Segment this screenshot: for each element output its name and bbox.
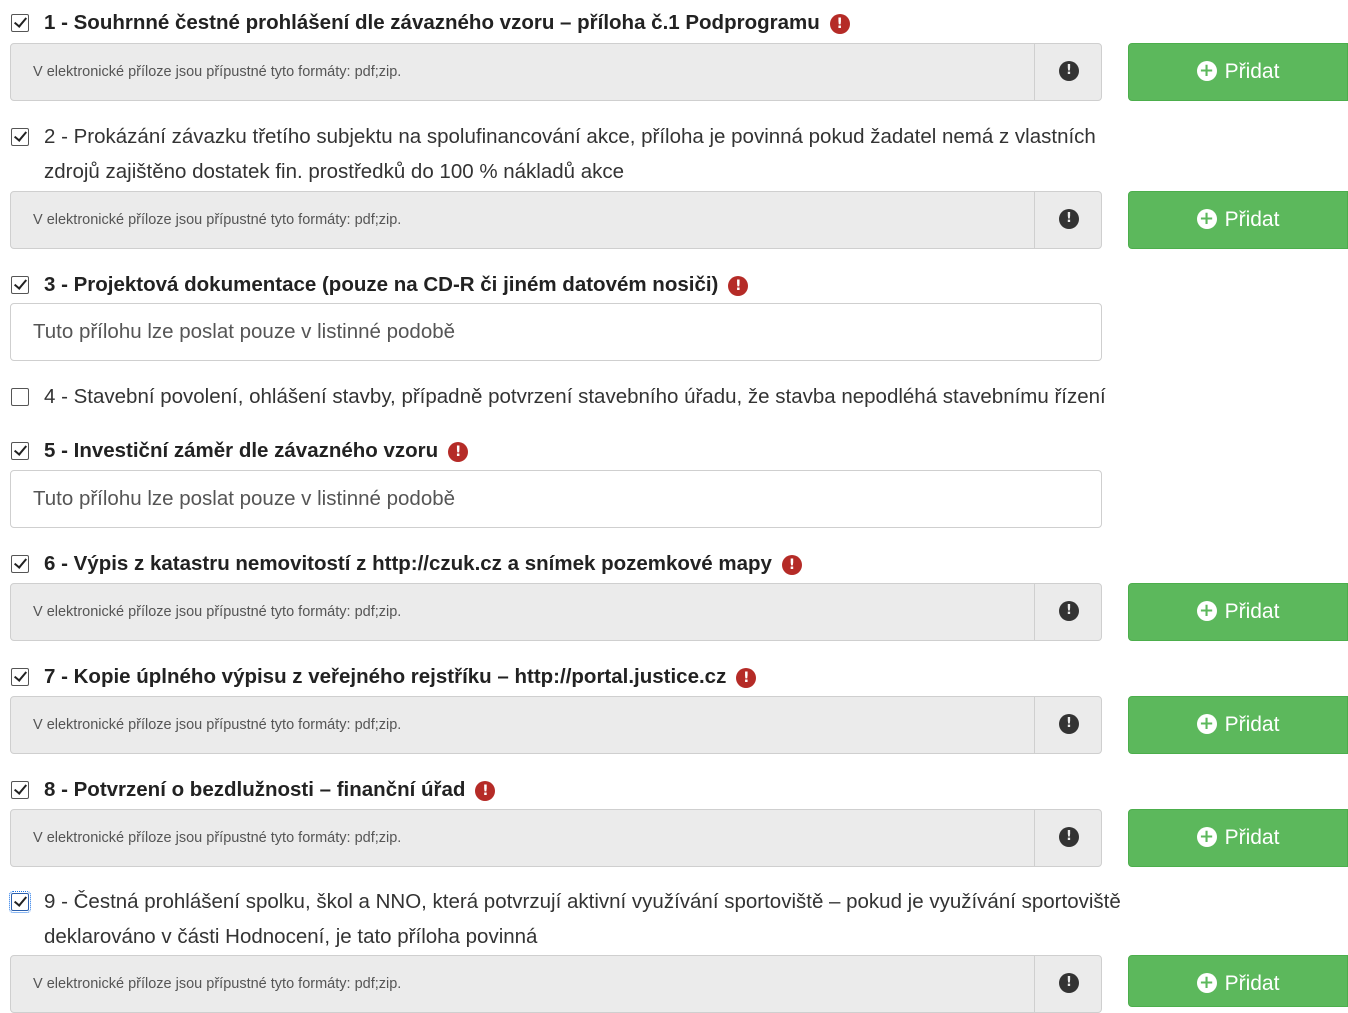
info-icon[interactable]: ! xyxy=(1059,209,1079,229)
upload-field-1[interactable]: V elektronické příloze jsou přípustné ty… xyxy=(10,43,1102,101)
divider xyxy=(1034,192,1035,248)
attachment-heading-6: 6 - Výpis z katastru nemovitostí z http:… xyxy=(0,546,1348,581)
paper-only-notice-5: Tuto přílohu lze poslat pouze v listinné… xyxy=(10,470,1102,528)
required-icon: ! xyxy=(475,781,496,801)
upload-field-2[interactable]: V elektronické příloze jsou přípustné ty… xyxy=(10,191,1102,249)
upload-field-8[interactable]: V elektronické příloze jsou přípustné ty… xyxy=(10,809,1102,867)
upload-hint: V elektronické příloze jsou přípustné ty… xyxy=(33,717,402,733)
attachment-label-9-line2: deklarováno v části Hodnocení, je tato p… xyxy=(44,925,538,948)
add-label: Přidat xyxy=(1224,972,1280,995)
add-button-9[interactable]: + Přidat xyxy=(1128,955,1348,1007)
paper-only-text: Tuto přílohu lze poslat pouze v listinné… xyxy=(33,487,456,510)
info-icon[interactable]: ! xyxy=(1059,973,1079,993)
add-button-1[interactable]: + Přidat xyxy=(1128,43,1348,101)
attachment-checkbox-5[interactable] xyxy=(11,442,29,460)
attachment-item-5: 5 - Investiční záměr dle závazného vzoru… xyxy=(0,433,1348,468)
attachment-label-2-line1: 2 - Prokázání závazku třetího subjektu n… xyxy=(44,125,1096,148)
add-label: Přidat xyxy=(1224,826,1280,849)
info-icon[interactable]: ! xyxy=(1059,714,1079,734)
paper-only-text: Tuto přílohu lze poslat pouze v listinné… xyxy=(33,320,456,343)
attachment-checkbox-1[interactable] xyxy=(11,14,29,32)
attachments-list: 1 - Souhrnné čestné prohlášení dle závaz… xyxy=(0,0,1348,1013)
attachment-heading-5: 5 - Investiční záměr dle závazného vzoru… xyxy=(0,433,1348,468)
attachment-checkbox-4[interactable] xyxy=(11,388,29,406)
add-button-8[interactable]: + Přidat xyxy=(1128,809,1348,867)
info-icon[interactable]: ! xyxy=(1059,827,1079,847)
attachment-item-2: 2 - Prokázání závazku třetího subjektu n… xyxy=(0,119,1348,189)
attachment-checkbox-2[interactable] xyxy=(11,128,29,146)
upload-hint: V elektronické příloze jsou přípustné ty… xyxy=(33,64,402,80)
required-icon: ! xyxy=(781,555,802,575)
attachment-item-8: 8 - Potvrzení o bezdlužnosti – finanční … xyxy=(0,772,1348,807)
attachment-label-6: 6 - Výpis z katastru nemovitostí z http:… xyxy=(44,552,772,575)
divider xyxy=(1034,584,1035,640)
required-icon: ! xyxy=(448,442,469,462)
attachment-heading-4: 4 - Stavební povolení, ohlášení stavby, … xyxy=(0,379,1348,414)
attachment-checkbox-9[interactable] xyxy=(9,891,31,913)
plus-circle-icon: + xyxy=(1196,714,1217,734)
attachment-item-1: 1 - Souhrnné čestné prohlášení dle závaz… xyxy=(0,5,1348,40)
attachment-heading-8: 8 - Potvrzení o bezdlužnosti – finanční … xyxy=(0,772,1348,807)
divider xyxy=(1034,697,1035,753)
attachment-item-6: 6 - Výpis z katastru nemovitostí z http:… xyxy=(0,546,1348,581)
upload-field-6[interactable]: V elektronické příloze jsou přípustné ty… xyxy=(10,583,1102,641)
add-label: Přidat xyxy=(1224,60,1280,83)
attachment-heading-2: 2 - Prokázání závazku třetího subjektu n… xyxy=(0,119,1348,189)
required-icon: ! xyxy=(736,668,757,688)
divider xyxy=(1034,44,1035,100)
divider xyxy=(1034,810,1035,866)
attachment-heading-7: 7 - Kopie úplného výpisu z veřejného rej… xyxy=(0,659,1348,694)
attachment-label-9-line1: 9 - Čestná prohlášení spolku, škol a NNO… xyxy=(44,890,1121,913)
attachment-item-7: 7 - Kopie úplného výpisu z veřejného rej… xyxy=(0,659,1348,694)
required-icon: ! xyxy=(728,276,749,296)
attachment-heading-3: 3 - Projektová dokumentace (pouze na CD-… xyxy=(0,267,1348,302)
info-icon[interactable]: ! xyxy=(1059,601,1079,621)
add-button-2[interactable]: + Přidat xyxy=(1128,191,1348,249)
add-button-6[interactable]: + Přidat xyxy=(1128,583,1348,641)
attachment-label-7: 7 - Kopie úplného výpisu z veřejného rej… xyxy=(44,665,727,688)
add-label: Přidat xyxy=(1224,208,1280,231)
plus-circle-icon: + xyxy=(1196,61,1217,81)
attachment-label-1: 1 - Souhrnné čestné prohlášení dle závaz… xyxy=(44,11,820,34)
attachment-checkbox-8[interactable] xyxy=(11,781,29,799)
attachment-item-9: 9 - Čestná prohlášení spolku, škol a NNO… xyxy=(0,884,1348,954)
upload-field-7[interactable]: V elektronické příloze jsou přípustné ty… xyxy=(10,696,1102,754)
attachment-label-8: 8 - Potvrzení o bezdlužnosti – finanční … xyxy=(44,778,466,801)
info-icon[interactable]: ! xyxy=(1059,61,1079,81)
divider xyxy=(1034,956,1035,1012)
add-button-7[interactable]: + Přidat xyxy=(1128,696,1348,754)
paper-only-notice-3: Tuto přílohu lze poslat pouze v listinné… xyxy=(10,303,1102,361)
attachment-label-5: 5 - Investiční záměr dle závazného vzoru xyxy=(44,439,439,462)
upload-hint: V elektronické příloze jsou přípustné ty… xyxy=(33,976,402,992)
attachment-item-3: 3 - Projektová dokumentace (pouze na CD-… xyxy=(0,267,1348,302)
attachment-heading-9: 9 - Čestná prohlášení spolku, škol a NNO… xyxy=(0,884,1348,954)
upload-hint: V elektronické příloze jsou přípustné ty… xyxy=(33,830,402,846)
attachment-label-3: 3 - Projektová dokumentace (pouze na CD-… xyxy=(44,273,719,296)
plus-circle-icon: + xyxy=(1196,601,1217,621)
attachment-item-4: 4 - Stavební povolení, ohlášení stavby, … xyxy=(0,379,1348,414)
upload-field-9[interactable]: V elektronické příloze jsou přípustné ty… xyxy=(10,955,1102,1013)
plus-circle-icon: + xyxy=(1196,827,1217,847)
attachment-checkbox-7[interactable] xyxy=(11,668,29,686)
add-label: Přidat xyxy=(1224,600,1280,623)
plus-circle-icon: + xyxy=(1196,973,1217,993)
attachment-heading-1: 1 - Souhrnné čestné prohlášení dle závaz… xyxy=(0,5,1348,40)
required-icon: ! xyxy=(829,14,850,34)
attachment-label-4: 4 - Stavební povolení, ohlášení stavby, … xyxy=(44,385,1106,408)
attachment-checkbox-6[interactable] xyxy=(11,555,29,573)
upload-hint: V elektronické příloze jsou přípustné ty… xyxy=(33,604,402,620)
upload-hint: V elektronické příloze jsou přípustné ty… xyxy=(33,212,402,228)
attachment-checkbox-3[interactable] xyxy=(11,276,29,294)
attachment-label-2-line2: zdrojů zajištěno dostatek fin. prostředk… xyxy=(44,160,625,183)
add-label: Přidat xyxy=(1224,713,1280,736)
plus-circle-icon: + xyxy=(1196,209,1217,229)
